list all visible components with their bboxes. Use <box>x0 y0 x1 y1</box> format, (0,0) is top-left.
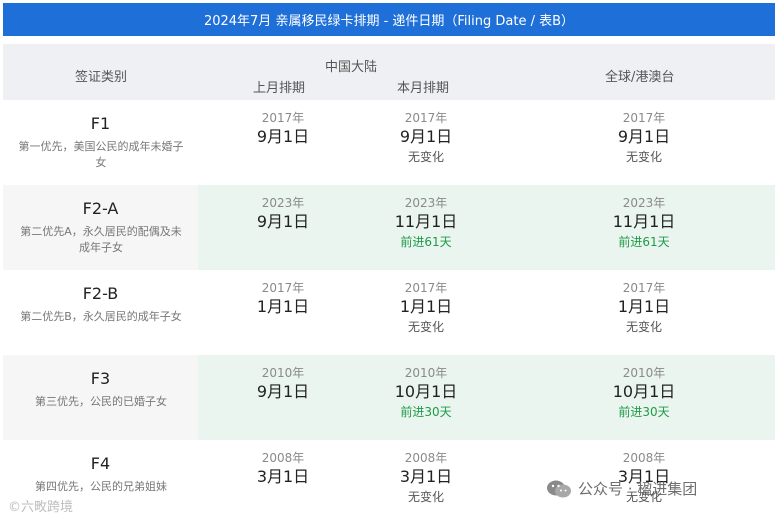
global-cell: 2023年 11月1日 前进61天 <box>584 195 704 251</box>
date: 3月1日 <box>256 467 310 486</box>
change-status: 前进61天 <box>400 235 452 249</box>
last-month-cell: 2008年 3月1日 <box>223 450 343 488</box>
year: 2008年 <box>404 451 448 465</box>
date: 9月1日 <box>256 382 310 401</box>
page-title: 2024年7月 亲属移民绿卡排期 - 递件日期（Filing Date / 表B… <box>203 14 575 29</box>
year: 2017年 <box>261 281 305 295</box>
date: 9月1日 <box>256 212 310 231</box>
date: 1月1日 <box>399 297 453 316</box>
category-desc: 第三优先，公民的已婚子女 <box>35 395 167 408</box>
last-month-cell: 2023年 9月1日 <box>223 195 343 233</box>
year: 2017年 <box>404 281 448 295</box>
year: 2017年 <box>261 111 305 125</box>
change-status: 前进61天 <box>618 235 670 249</box>
change-status: 无变化 <box>407 490 444 504</box>
global-cell: 2017年 1月1日 无变化 <box>584 280 704 336</box>
global-cell: 2017年 9月1日 无变化 <box>584 110 704 166</box>
year: 2010年 <box>261 366 305 380</box>
row-label: F2-A 第二优先A，永久居民的配偶及未成年子女 <box>3 185 198 270</box>
date: 10月1日 <box>612 382 676 401</box>
category-desc: 第二优先A，永久居民的配偶及未成年子女 <box>20 225 182 254</box>
category-desc: 第四优先，公民的兄弟姐妹 <box>35 480 167 493</box>
watermark-left: ©六畋跨境 <box>8 500 74 515</box>
date: 1月1日 <box>617 297 671 316</box>
last-month-cell: 2017年 1月1日 <box>223 280 343 318</box>
page-title-banner: 2024年7月 亲属移民绿卡排期 - 递件日期（Filing Date / 表B… <box>3 3 775 36</box>
category-code: F4 <box>90 454 111 473</box>
date: 3月1日 <box>399 467 453 486</box>
category-code: F2-A <box>82 199 119 218</box>
this-month-cell: 2017年 9月1日 无变化 <box>366 110 486 166</box>
header-visa-category: 签证类别 <box>75 70 128 85</box>
row-label: F2-B 第二优先B，永久居民的成年子女 <box>3 270 198 355</box>
year: 2017年 <box>622 281 666 295</box>
header-last-month: 上月排期 <box>253 81 306 96</box>
wechat-icon <box>547 480 571 497</box>
category-code: F1 <box>90 114 111 133</box>
this-month-cell: 2023年 11月1日 前进61天 <box>366 195 486 251</box>
change-status: 无变化 <box>625 150 662 164</box>
row-label: F3 第三优先，公民的已婚子女 <box>3 355 198 440</box>
year: 2008年 <box>261 451 305 465</box>
last-month-cell: 2017年 9月1日 <box>223 110 343 148</box>
date: 9月1日 <box>256 127 310 146</box>
change-status: 无变化 <box>625 320 662 334</box>
table-header: 签证类别 中国大陆 上月排期 本月排期 全球/港澳台 <box>3 44 775 100</box>
date: 9月1日 <box>617 127 671 146</box>
year: 2017年 <box>622 111 666 125</box>
year: 2023年 <box>622 196 666 210</box>
category-code: F2-B <box>82 284 119 303</box>
header-china-mainland: 中国大陆 <box>325 60 378 75</box>
year: 2023年 <box>404 196 448 210</box>
year: 2008年 <box>622 451 666 465</box>
watermark-right: 公众号 · 楹进集团 <box>546 478 697 499</box>
this-month-cell: 2017年 1月1日 无变化 <box>366 280 486 336</box>
change-status: 无变化 <box>407 320 444 334</box>
watermark-right-text: 公众号 · 楹进集团 <box>578 480 698 498</box>
table-row: F3 第三优先，公民的已婚子女 2010年 9月1日 2010年 10月1日 前… <box>3 355 775 440</box>
last-month-cell: 2010年 9月1日 <box>223 365 343 403</box>
table-row: F1 第一优先，美国公民的成年未婚子女 2017年 9月1日 2017年 9月1… <box>3 100 775 185</box>
date: 9月1日 <box>399 127 453 146</box>
header-this-month: 本月排期 <box>397 81 450 96</box>
category-desc: 第一优先，美国公民的成年未婚子女 <box>18 140 184 169</box>
date: 11月1日 <box>612 212 676 231</box>
date: 10月1日 <box>394 382 458 401</box>
change-status: 前进30天 <box>618 405 670 419</box>
this-month-cell: 2010年 10月1日 前进30天 <box>366 365 486 421</box>
change-status: 无变化 <box>407 150 444 164</box>
year: 2010年 <box>622 366 666 380</box>
year: 2023年 <box>261 196 305 210</box>
row-label: F1 第一优先，美国公民的成年未婚子女 <box>3 100 198 185</box>
this-month-cell: 2008年 3月1日 无变化 <box>366 450 486 506</box>
date: 11月1日 <box>394 212 458 231</box>
year: 2010年 <box>404 366 448 380</box>
category-desc: 第二优先B，永久居民的成年子女 <box>20 310 182 323</box>
change-status: 前进30天 <box>400 405 452 419</box>
category-code: F3 <box>90 369 111 388</box>
year: 2017年 <box>404 111 448 125</box>
date: 1月1日 <box>256 297 310 316</box>
header-global: 全球/港澳台 <box>605 70 675 85</box>
global-cell: 2010年 10月1日 前进30天 <box>584 365 704 421</box>
table-row: F2-A 第二优先A，永久居民的配偶及未成年子女 2023年 9月1日 2023… <box>3 185 775 270</box>
table-row: F2-B 第二优先B，永久居民的成年子女 2017年 1月1日 2017年 1月… <box>3 270 775 355</box>
